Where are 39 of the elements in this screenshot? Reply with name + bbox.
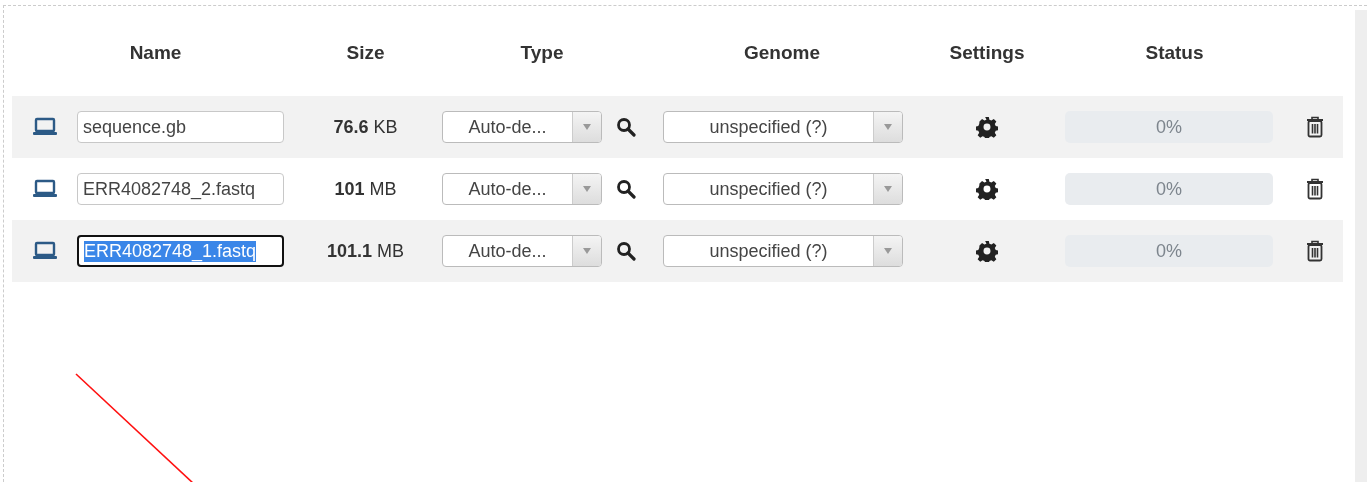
dropdown-caret-icon bbox=[884, 124, 892, 130]
progress-reading: 0% bbox=[1156, 240, 1182, 262]
file-size: 101.1 MB bbox=[326, 240, 405, 262]
progress-reading: 0% bbox=[1156, 116, 1182, 138]
search-icon[interactable] bbox=[616, 241, 636, 261]
settings-icon[interactable] bbox=[976, 178, 998, 200]
dropdown-caret-icon bbox=[884, 248, 892, 254]
genome-dropdown[interactable]: unspecified (?) bbox=[663, 235, 903, 267]
laptop-icon bbox=[31, 241, 58, 261]
file-size: 76.6 KB bbox=[333, 116, 398, 138]
dropdown-caret-icon bbox=[583, 248, 591, 254]
genome-dropdown[interactable]: unspecified (?) bbox=[663, 111, 903, 143]
name-field[interactable]: sequence.gb bbox=[77, 111, 284, 143]
search-icon[interactable] bbox=[616, 179, 636, 199]
dropdown-caret-icon bbox=[884, 186, 892, 192]
genome-dropdown[interactable]: unspecified (?) bbox=[663, 173, 903, 205]
delete-icon[interactable] bbox=[1306, 116, 1324, 138]
laptop-icon bbox=[31, 117, 58, 137]
delete-icon[interactable] bbox=[1306, 240, 1324, 262]
settings-icon[interactable] bbox=[976, 240, 998, 262]
name-field[interactable]: ERR4082748_1.fastq bbox=[77, 235, 284, 267]
type-dropdown[interactable]: Auto-de... bbox=[442, 111, 602, 143]
settings-icon[interactable] bbox=[976, 116, 998, 138]
dropdown-caret-icon bbox=[583, 186, 591, 192]
type-dropdown[interactable]: Auto-de... bbox=[442, 173, 602, 205]
laptop-icon bbox=[31, 179, 58, 199]
column-header: Name bbox=[128, 42, 183, 64]
type-dropdown[interactable]: Auto-de... bbox=[442, 235, 602, 267]
column-header: Settings bbox=[948, 42, 1026, 64]
delete-icon[interactable] bbox=[1306, 178, 1324, 200]
file-size: 101 MB bbox=[334, 178, 397, 200]
search-icon[interactable] bbox=[616, 117, 636, 137]
column-header: Status bbox=[1144, 42, 1205, 64]
progress-reading: 0% bbox=[1156, 178, 1182, 200]
name-field[interactable]: ERR4082748_2.fastq bbox=[77, 173, 284, 205]
column-header: Genome bbox=[743, 42, 821, 64]
dropdown-caret-icon bbox=[583, 124, 591, 130]
column-header: Type bbox=[519, 42, 565, 64]
column-header: Size bbox=[345, 42, 386, 64]
